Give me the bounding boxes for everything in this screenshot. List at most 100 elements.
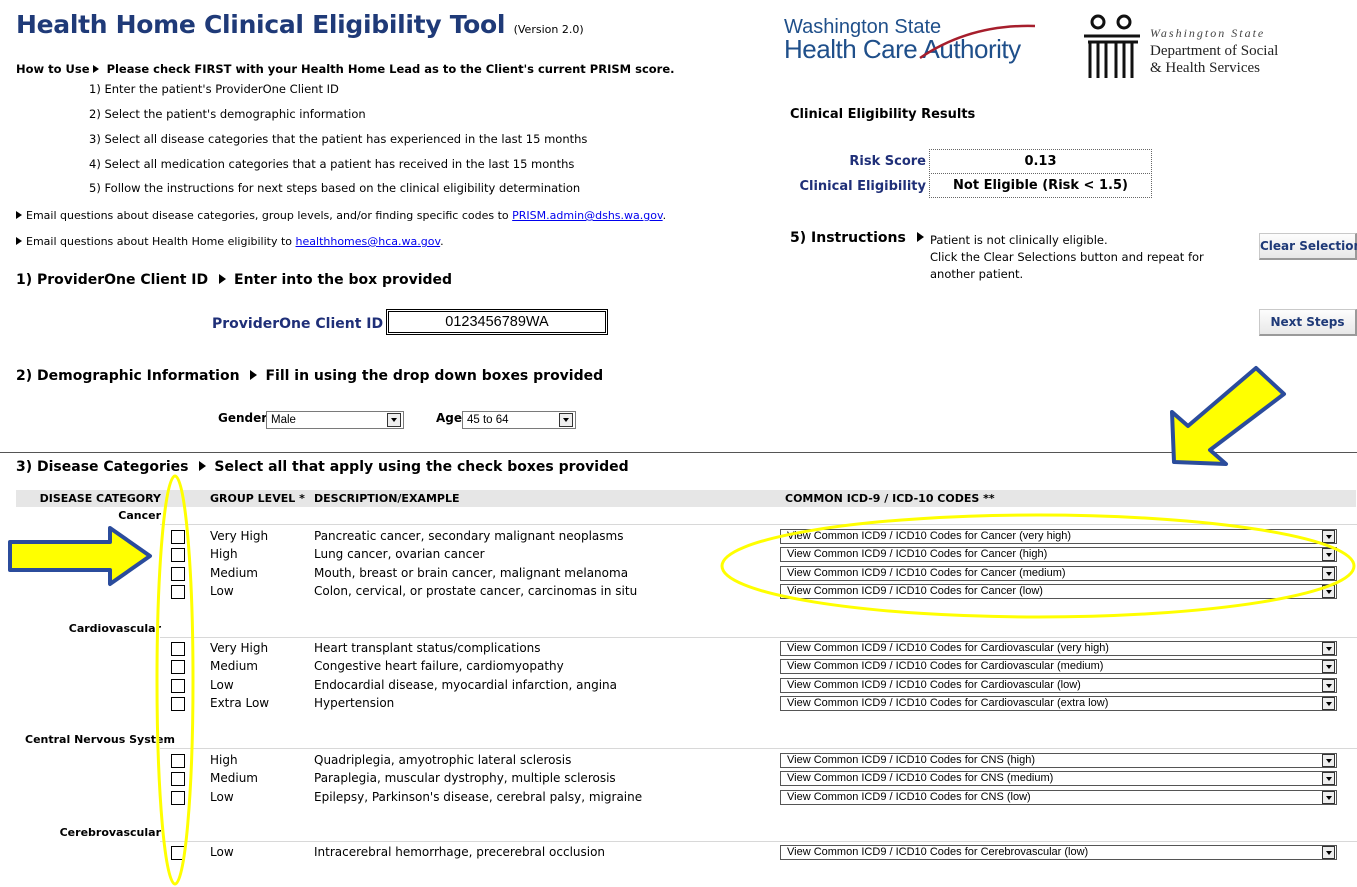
checkbox-cerebro-low[interactable] bbox=[171, 846, 185, 860]
checkbox-cardio-medium[interactable] bbox=[171, 660, 185, 674]
down-left-arrow-icon bbox=[1170, 366, 1286, 466]
chevron-down-icon[interactable] bbox=[387, 413, 401, 427]
category-cardiovascular: Cardiovascular bbox=[68, 622, 161, 635]
step-2: 2) Select the patient's demographic info… bbox=[89, 107, 366, 121]
level-label: High bbox=[210, 547, 238, 561]
description-label: Heart transplant status/complications bbox=[314, 641, 541, 655]
checkbox-cancer-very-high[interactable] bbox=[171, 530, 185, 544]
codes-select-cardio-very-high[interactable]: View Common ICD9 / ICD10 Codes for Cardi… bbox=[780, 641, 1337, 656]
dshs-people-icon bbox=[1084, 14, 1140, 78]
email-prism-link[interactable]: PRISM.admin@dshs.wa.gov bbox=[512, 209, 662, 222]
section-divider bbox=[0, 452, 1357, 453]
checkbox-cancer-low[interactable] bbox=[171, 585, 185, 599]
triangle-icon bbox=[199, 461, 207, 471]
version-label: (Version 2.0) bbox=[513, 23, 584, 36]
dshs-line-2: Department of Social bbox=[1150, 43, 1279, 59]
checkbox-cardio-extra-low[interactable] bbox=[171, 697, 185, 711]
chevron-down-icon[interactable] bbox=[1322, 791, 1335, 804]
chevron-down-icon[interactable] bbox=[1322, 585, 1335, 598]
level-label: Low bbox=[210, 678, 234, 692]
level-label: Extra Low bbox=[210, 696, 270, 710]
age-select[interactable]: 45 to 64 bbox=[462, 411, 576, 429]
header-category: DISEASE CATEGORY bbox=[39, 492, 161, 505]
chevron-down-icon[interactable] bbox=[1322, 530, 1335, 543]
clinical-eligibility-label: Clinical Eligibility bbox=[799, 179, 926, 194]
level-label: Very High bbox=[210, 529, 269, 543]
description-label: Lung cancer, ovarian cancer bbox=[314, 547, 485, 561]
triangle-icon bbox=[250, 370, 258, 380]
checkbox-cns-low[interactable] bbox=[171, 791, 185, 805]
client-id-label: ProviderOne Client ID bbox=[212, 316, 384, 332]
dshs-line-3: & Health Services bbox=[1150, 60, 1260, 76]
codes-select-cns-medium[interactable]: View Common ICD9 / ICD10 Codes for CNS (… bbox=[780, 771, 1337, 786]
checkbox-cns-high[interactable] bbox=[171, 754, 185, 768]
chevron-down-icon[interactable] bbox=[1322, 660, 1335, 673]
chevron-down-icon[interactable] bbox=[1322, 567, 1335, 580]
how-to-heading: How to Use Please check FIRST with your … bbox=[16, 62, 675, 76]
gender-select[interactable]: Male bbox=[266, 411, 404, 429]
row-divider bbox=[160, 524, 1357, 525]
level-label: Low bbox=[210, 845, 234, 859]
description-label: Intracerebral hemorrhage, precerebral oc… bbox=[314, 845, 606, 859]
level-label: Medium bbox=[210, 566, 258, 580]
codes-select-cardio-low[interactable]: View Common ICD9 / ICD10 Codes for Cardi… bbox=[780, 678, 1337, 693]
category-cancer: Cancer bbox=[118, 509, 161, 522]
client-id-input[interactable]: 0123456789WA bbox=[386, 309, 608, 335]
category-cerebrovascular: Cerebrovascular bbox=[59, 826, 161, 839]
dshs-line-1: Washington State bbox=[1150, 26, 1266, 40]
codes-select-cancer-medium[interactable]: View Common ICD9 / ICD10 Codes for Cance… bbox=[780, 566, 1337, 581]
row-divider bbox=[160, 841, 1357, 842]
codes-select-cancer-very-high[interactable]: View Common ICD9 / ICD10 Codes for Cance… bbox=[780, 529, 1337, 544]
age-label: Age bbox=[436, 411, 463, 425]
step-5: 5) Follow the instructions for next step… bbox=[89, 181, 581, 195]
chevron-down-icon[interactable] bbox=[1322, 772, 1335, 785]
codes-select-cns-low[interactable]: View Common ICD9 / ICD10 Codes for CNS (… bbox=[780, 790, 1337, 805]
description-label: Hypertension bbox=[314, 696, 395, 710]
instructions-text: Patient is not clinically eligible. Click… bbox=[930, 233, 1204, 281]
section-3-heading: 3) Disease Categories Select all that ap… bbox=[16, 459, 629, 475]
description-label: Mouth, breast or brain cancer, malignant… bbox=[314, 566, 629, 580]
description-label: Congestive heart failure, cardiomyopathy bbox=[314, 659, 564, 673]
codes-select-cancer-low[interactable]: View Common ICD9 / ICD10 Codes for Cance… bbox=[780, 584, 1337, 599]
row-divider bbox=[160, 637, 1357, 638]
description-label: Pancreatic cancer, secondary malignant n… bbox=[314, 529, 624, 543]
email-hh-note: Email questions about Health Home eligib… bbox=[16, 235, 444, 248]
clear-selections-button[interactable]: Clear Selections bbox=[1259, 233, 1357, 260]
checkbox-cancer-high[interactable] bbox=[171, 548, 185, 562]
description-label: Colon, cervical, or prostate cancer, car… bbox=[314, 584, 638, 598]
risk-score-value: 0.13 bbox=[929, 149, 1152, 174]
triangle-icon bbox=[916, 232, 924, 242]
chevron-down-icon[interactable] bbox=[1322, 697, 1335, 710]
email-prism-note: Email questions about disease categories… bbox=[16, 209, 666, 222]
level-label: Medium bbox=[210, 771, 258, 785]
checkbox-cardio-very-high[interactable] bbox=[171, 642, 185, 656]
next-steps-button[interactable]: Next Steps bbox=[1259, 309, 1357, 336]
chevron-down-icon[interactable] bbox=[1322, 679, 1335, 692]
header-desc: DESCRIPTION/EXAMPLE bbox=[314, 492, 460, 505]
chevron-down-icon[interactable] bbox=[1322, 846, 1335, 859]
checkbox-cardio-low[interactable] bbox=[171, 679, 185, 693]
codes-select-cerebro-low[interactable]: View Common ICD9 / ICD10 Codes for Cereb… bbox=[780, 845, 1337, 860]
codes-select-cns-high[interactable]: View Common ICD9 / ICD10 Codes for CNS (… bbox=[780, 753, 1337, 768]
checkbox-cancer-medium[interactable] bbox=[171, 567, 185, 581]
chevron-down-icon[interactable] bbox=[559, 413, 573, 427]
level-label: Low bbox=[210, 584, 234, 598]
page-title: Health Home Clinical Eligibility Tool (V… bbox=[16, 10, 584, 39]
chevron-down-icon[interactable] bbox=[1322, 754, 1335, 767]
triangle-icon bbox=[92, 65, 99, 73]
codes-select-cardio-extra-low[interactable]: View Common ICD9 / ICD10 Codes for Cardi… bbox=[780, 696, 1337, 711]
risk-score-label: Risk Score bbox=[849, 154, 926, 169]
level-label: Very High bbox=[210, 641, 269, 655]
section-2-heading: 2) Demographic Information Fill in using… bbox=[16, 368, 604, 384]
chevron-down-icon[interactable] bbox=[1322, 642, 1335, 655]
chevron-down-icon[interactable] bbox=[1322, 548, 1335, 561]
description-label: Quadriplegia, amyotrophic lateral sclero… bbox=[314, 753, 572, 767]
level-label: High bbox=[210, 753, 238, 767]
checkbox-cns-medium[interactable] bbox=[171, 772, 185, 786]
codes-select-cancer-high[interactable]: View Common ICD9 / ICD10 Codes for Cance… bbox=[780, 547, 1337, 562]
codes-select-cardio-medium[interactable]: View Common ICD9 / ICD10 Codes for Cardi… bbox=[780, 659, 1337, 674]
right-arrow-icon bbox=[8, 526, 152, 586]
email-hh-link[interactable]: healthhomes@hca.wa.gov bbox=[296, 235, 441, 248]
section-1-heading: 1) ProviderOne Client ID Enter into the … bbox=[16, 272, 453, 288]
hca-logo: Washington State Health Care Authority bbox=[784, 16, 1044, 72]
